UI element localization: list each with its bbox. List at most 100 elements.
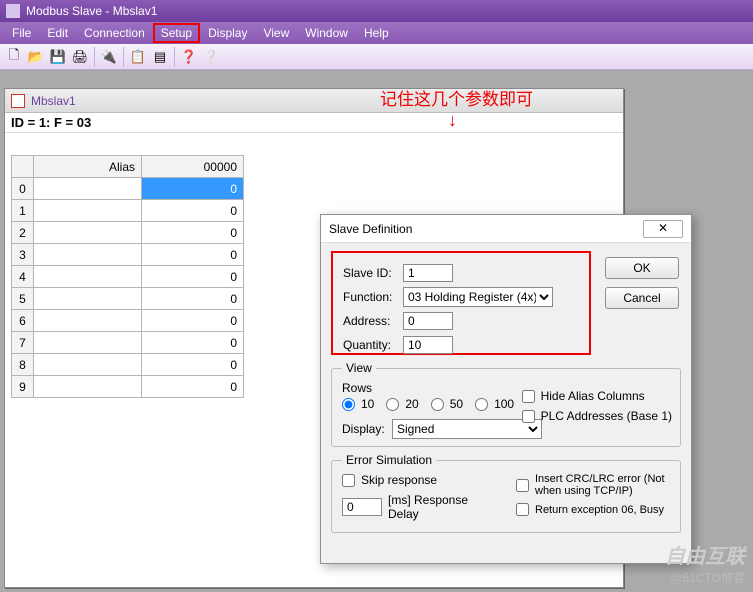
row-header[interactable]: 4 <box>12 266 34 288</box>
row-header[interactable]: 1 <box>12 200 34 222</box>
dialog-title: Slave Definition <box>329 222 412 236</box>
plc-addresses-checkbox[interactable] <box>522 410 535 423</box>
app-icon <box>6 4 20 18</box>
menu-edit[interactable]: Edit <box>39 23 76 43</box>
close-button[interactable]: ✕ <box>643 220 683 238</box>
exec-icon[interactable]: ▤ <box>150 47 170 67</box>
response-delay-input[interactable] <box>342 498 382 516</box>
row-header[interactable]: 5 <box>12 288 34 310</box>
value-cell[interactable]: 0 <box>142 266 244 288</box>
return-exception-checkbox[interactable] <box>516 503 529 516</box>
error-legend: Error Simulation <box>342 453 436 467</box>
column-header[interactable] <box>12 156 34 178</box>
table-row[interactable]: 10 <box>12 200 244 222</box>
menu-help[interactable]: Help <box>356 23 397 43</box>
value-cell[interactable]: 0 <box>142 288 244 310</box>
row-header[interactable]: 6 <box>12 310 34 332</box>
alias-cell[interactable] <box>34 200 142 222</box>
alias-cell[interactable] <box>34 288 142 310</box>
row-header[interactable]: 2 <box>12 222 34 244</box>
row-header[interactable]: 8 <box>12 354 34 376</box>
quantity-input[interactable] <box>403 336 453 354</box>
dialog-titlebar[interactable]: Slave Definition ✕ <box>321 215 691 243</box>
parameters-highlight-box: Slave ID: Function: 03 Holding Register … <box>331 251 591 355</box>
table-row[interactable]: 80 <box>12 354 244 376</box>
value-cell[interactable]: 0 <box>142 200 244 222</box>
alias-cell[interactable] <box>34 178 142 200</box>
tool-bar: 🗋📂💾🖨 🔌 📋▤ ❓❔ <box>0 44 753 70</box>
row-header[interactable]: 9 <box>12 376 34 398</box>
slave-id-input[interactable] <box>403 264 453 282</box>
row-header[interactable]: 3 <box>12 244 34 266</box>
value-cell[interactable]: 0 <box>142 332 244 354</box>
register-grid[interactable]: Alias0000000102030405060708090 <box>11 155 244 398</box>
cancel-button[interactable]: Cancel <box>605 287 679 309</box>
alias-cell[interactable] <box>34 222 142 244</box>
value-cell[interactable]: 0 <box>142 222 244 244</box>
error-simulation-group: Error Simulation Skip response [ms] Resp… <box>331 453 681 533</box>
row-header[interactable]: 0 <box>12 178 34 200</box>
table-row[interactable]: 40 <box>12 266 244 288</box>
menu-setup[interactable]: Setup <box>153 23 200 43</box>
menu-file[interactable]: File <box>4 23 39 43</box>
ok-button[interactable]: OK <box>605 257 679 279</box>
hide-alias-checkbox[interactable] <box>522 390 535 403</box>
window-title: Modbus Slave - Mbslav1 <box>26 4 157 18</box>
table-row[interactable]: 90 <box>12 376 244 398</box>
new-icon[interactable]: 🗋 <box>4 47 24 67</box>
document-icon <box>11 94 25 108</box>
value-cell[interactable]: 0 <box>142 178 244 200</box>
table-row[interactable]: 20 <box>12 222 244 244</box>
rows-50-radio[interactable] <box>431 398 444 411</box>
view-group: View Rows 102050100 Display: Signed Hide… <box>331 361 681 447</box>
title-bar: Modbus Slave - Mbslav1 <box>0 0 753 22</box>
menu-bar: FileEditConnectionSetupDisplayViewWindow… <box>0 22 753 44</box>
address-input[interactable] <box>403 312 453 330</box>
rows-20-label: 20 <box>405 397 418 411</box>
table-row[interactable]: 60 <box>12 310 244 332</box>
table-row[interactable]: 70 <box>12 332 244 354</box>
menu-connection[interactable]: Connection <box>76 23 153 43</box>
rows-10-label: 10 <box>361 397 374 411</box>
menu-display[interactable]: Display <box>200 23 255 43</box>
alias-cell[interactable] <box>34 266 142 288</box>
insert-crc-checkbox[interactable] <box>516 479 529 492</box>
menu-window[interactable]: Window <box>297 23 356 43</box>
rows-100-radio[interactable] <box>475 398 488 411</box>
alias-cell[interactable] <box>34 376 142 398</box>
alias-cell[interactable] <box>34 244 142 266</box>
row-header[interactable]: 7 <box>12 332 34 354</box>
help-icon[interactable]: ❓ <box>179 47 199 67</box>
alias-cell[interactable] <box>34 310 142 332</box>
alias-cell[interactable] <box>34 354 142 376</box>
rows-20-radio[interactable] <box>386 398 399 411</box>
connect-icon[interactable]: 🔌 <box>99 47 119 67</box>
context-help-icon[interactable]: ❔ <box>201 47 221 67</box>
column-header[interactable]: 00000 <box>142 156 244 178</box>
address-label: Address: <box>343 314 403 328</box>
alias-cell[interactable] <box>34 332 142 354</box>
value-cell[interactable]: 0 <box>142 354 244 376</box>
print-icon[interactable]: 🖨 <box>70 47 90 67</box>
props-icon[interactable]: 📋 <box>128 47 148 67</box>
display-select[interactable]: Signed <box>392 419 542 439</box>
function-label: Function: <box>343 290 403 304</box>
annotation-arrow-icon: ↓ <box>448 110 457 131</box>
value-cell[interactable]: 0 <box>142 244 244 266</box>
save-icon[interactable]: 💾 <box>48 47 68 67</box>
value-cell[interactable]: 0 <box>142 376 244 398</box>
rows-50-label: 50 <box>450 397 463 411</box>
table-row[interactable]: 50 <box>12 288 244 310</box>
return-exception-label: Return exception 06, Busy <box>535 504 664 516</box>
menu-view[interactable]: View <box>255 23 297 43</box>
table-row[interactable]: 00 <box>12 178 244 200</box>
value-cell[interactable]: 0 <box>142 310 244 332</box>
insert-crc-label: Insert CRC/LRC error (Not when using TCP… <box>535 473 670 497</box>
column-header[interactable]: Alias <box>34 156 142 178</box>
rows-10-radio[interactable] <box>342 398 355 411</box>
document-info: ID = 1: F = 03 <box>5 113 623 133</box>
table-row[interactable]: 30 <box>12 244 244 266</box>
open-icon[interactable]: 📂 <box>26 47 46 67</box>
function-select[interactable]: 03 Holding Register (4x) <box>403 287 553 307</box>
skip-response-checkbox[interactable] <box>342 474 355 487</box>
